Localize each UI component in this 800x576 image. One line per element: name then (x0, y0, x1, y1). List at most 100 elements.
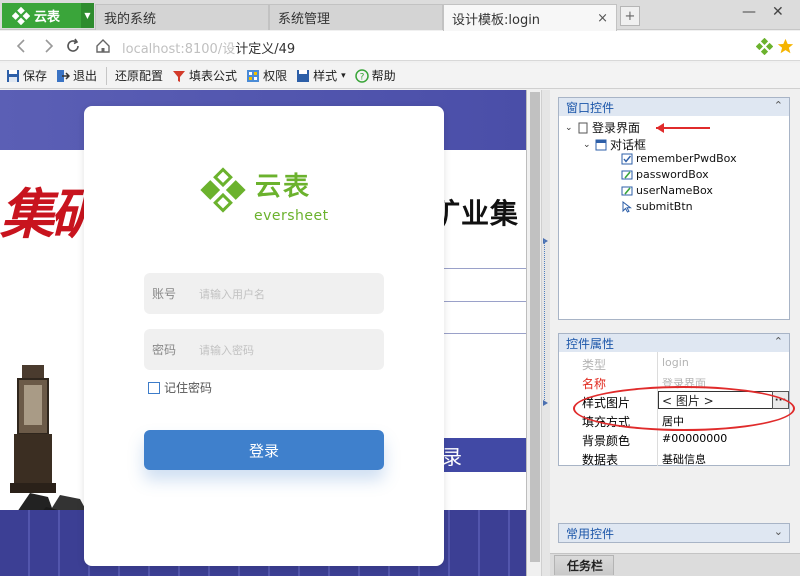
tree-node-username-box[interactable]: userNameBox (621, 184, 713, 197)
panel-header[interactable]: 常用控件 ⌄ (559, 524, 789, 542)
dialog-icon (595, 139, 607, 150)
tree-label: 登录界面 (592, 121, 641, 135)
checkbox-control-icon (621, 153, 633, 164)
panel-title: 常用控件 (566, 526, 615, 541)
tree-node-login-screen[interactable]: ⌄ 登录界面 (565, 119, 640, 136)
property-row-type[interactable]: 类型 login (559, 354, 789, 373)
tab-bar: 云表 ▼ 我的系统 系统管理 设计模板:login × + — ✕ (0, 0, 800, 31)
style-icon (297, 69, 310, 82)
property-value: 基础信息 (662, 453, 706, 466)
expand-icon[interactable]: ⌄ (583, 140, 592, 150)
eversheet-logo-icon (200, 167, 246, 213)
close-window-icon[interactable]: ✕ (772, 4, 784, 20)
background-login-text: 录 (430, 438, 526, 472)
property-key: 背景颜色 (582, 434, 631, 448)
brand-menu-button[interactable]: 云表 ▼ (2, 3, 94, 28)
tab-my-system[interactable]: 我的系统 (95, 4, 269, 30)
chevron-down-icon[interactable]: ▼ (81, 3, 94, 28)
exit-icon (57, 69, 71, 82)
toolbar-label: 样式 (313, 69, 338, 83)
panel-header: 控件属性 ⌃ (559, 334, 789, 352)
expand-icon[interactable]: ⌄ (774, 525, 783, 538)
eversheet-icon[interactable] (756, 38, 773, 55)
tab-system-admin[interactable]: 系统管理 (269, 4, 443, 30)
collapse-icon[interactable]: ⌃ (774, 99, 783, 112)
taskbar-label: 任务栏 (567, 559, 604, 573)
style-dropdown-button[interactable]: 样式 (296, 67, 346, 84)
canvas-scrollbar[interactable] (528, 90, 542, 576)
cursor-control-icon (622, 200, 632, 213)
home-icon[interactable] (94, 37, 112, 55)
back-icon[interactable] (12, 37, 30, 55)
tree-label: rememberPwdBox (636, 152, 737, 165)
design-canvas[interactable]: 集矿 矿业集 录 云表 eversheet 账号 请输入用户名 密码 请输入密码… (0, 90, 527, 576)
panel-header: 窗口控件 ⌃ (559, 98, 789, 116)
remember-password-label: 记住密码 (164, 381, 213, 395)
star-icon[interactable] (777, 38, 794, 55)
tab-design-template-login[interactable]: 设计模板:login × (443, 4, 617, 31)
save-icon (7, 69, 19, 82)
panel-splitter[interactable] (542, 90, 550, 576)
common-controls-panel: 常用控件 ⌄ (558, 523, 790, 543)
tree-node-remember-pwd-box[interactable]: rememberPwdBox (621, 152, 737, 165)
save-button[interactable]: 保存 (6, 67, 47, 84)
property-row-data-table[interactable]: 数据表 基础信息 (559, 449, 789, 468)
panel-title: 窗口控件 (566, 100, 615, 115)
remember-password-checkbox[interactable]: 记住密码 (148, 379, 212, 396)
toolbar-label: 还原配置 (115, 69, 164, 83)
tab-label: 设计模板:login (452, 12, 541, 28)
password-placeholder: 请输入密码 (199, 343, 254, 357)
forward-icon[interactable] (40, 37, 58, 55)
textbox-control-icon (621, 170, 633, 179)
tree-node-password-box[interactable]: passwordBox (621, 168, 709, 181)
restore-config-button[interactable]: 还原配置 (115, 67, 163, 84)
permission-button[interactable]: 权限 (246, 67, 287, 84)
eversheet-brand-logo: 云表 eversheet (197, 164, 328, 224)
password-field[interactable]: 密码 请输入密码 (144, 329, 384, 370)
logo-cn-text: 云表 (255, 172, 312, 202)
tab-label: 系统管理 (278, 12, 331, 27)
tree-node-submit-btn[interactable]: submitBtn (621, 200, 693, 213)
toolbar-label: 保存 (23, 69, 48, 83)
toolbar-label: 帮助 (371, 69, 396, 83)
designer-toolbar: 保存 退出 还原配置 填表公式 权限 样式 ? 帮助 (0, 63, 800, 89)
expand-icon[interactable]: ⌄ (565, 123, 574, 133)
refresh-icon[interactable] (64, 37, 82, 55)
address-actions (756, 38, 794, 55)
toolbar-label: 权限 (263, 69, 288, 83)
property-key: 名称 (582, 377, 607, 391)
property-row-bg-color[interactable]: 背景颜色 #00000000 (559, 430, 789, 449)
login-button[interactable]: 登录 (144, 430, 384, 470)
permission-icon (247, 69, 260, 82)
property-value: login (662, 356, 689, 369)
tree-label: userNameBox (636, 184, 713, 197)
tree-label: passwordBox (636, 168, 709, 181)
help-button[interactable]: ? 帮助 (354, 67, 396, 84)
svg-text:?: ? (359, 72, 364, 82)
close-tab-icon[interactable]: × (597, 11, 608, 26)
url-mid: 计定义 (235, 42, 275, 57)
toolbar-separator (106, 66, 108, 85)
property-key: 数据表 (582, 453, 619, 467)
exit-button[interactable]: 退出 (56, 67, 97, 84)
minimize-icon[interactable]: — (742, 4, 756, 20)
url-field[interactable]: localhost:8100/设计定义/49 (122, 38, 295, 57)
login-dialog[interactable]: 云表 eversheet 账号 请输入用户名 密码 请输入密码 记住密码 登录 (84, 106, 444, 566)
fill-formula-button[interactable]: 填表公式 (172, 67, 237, 84)
splitter-arrow-icon[interactable] (543, 400, 548, 406)
miner-lamp-image (10, 365, 56, 493)
scrollbar-thumb[interactable] (530, 92, 540, 562)
tree-node-dialog[interactable]: ⌄ 对话框 (583, 136, 646, 153)
new-tab-button[interactable]: + (620, 6, 640, 26)
username-field[interactable]: 账号 请输入用户名 (144, 273, 384, 314)
taskbar-tab[interactable]: 任务栏 (554, 555, 615, 575)
task-bar: 任务栏 (550, 553, 800, 576)
background-line (430, 301, 526, 302)
help-icon: ? (354, 68, 369, 83)
background-line (430, 333, 526, 334)
splitter-grip[interactable] (544, 240, 548, 400)
background-line (430, 268, 526, 269)
tree-label: submitBtn (636, 200, 693, 213)
collapse-icon[interactable]: ⌃ (774, 335, 783, 348)
textbox-control-icon (621, 186, 633, 195)
